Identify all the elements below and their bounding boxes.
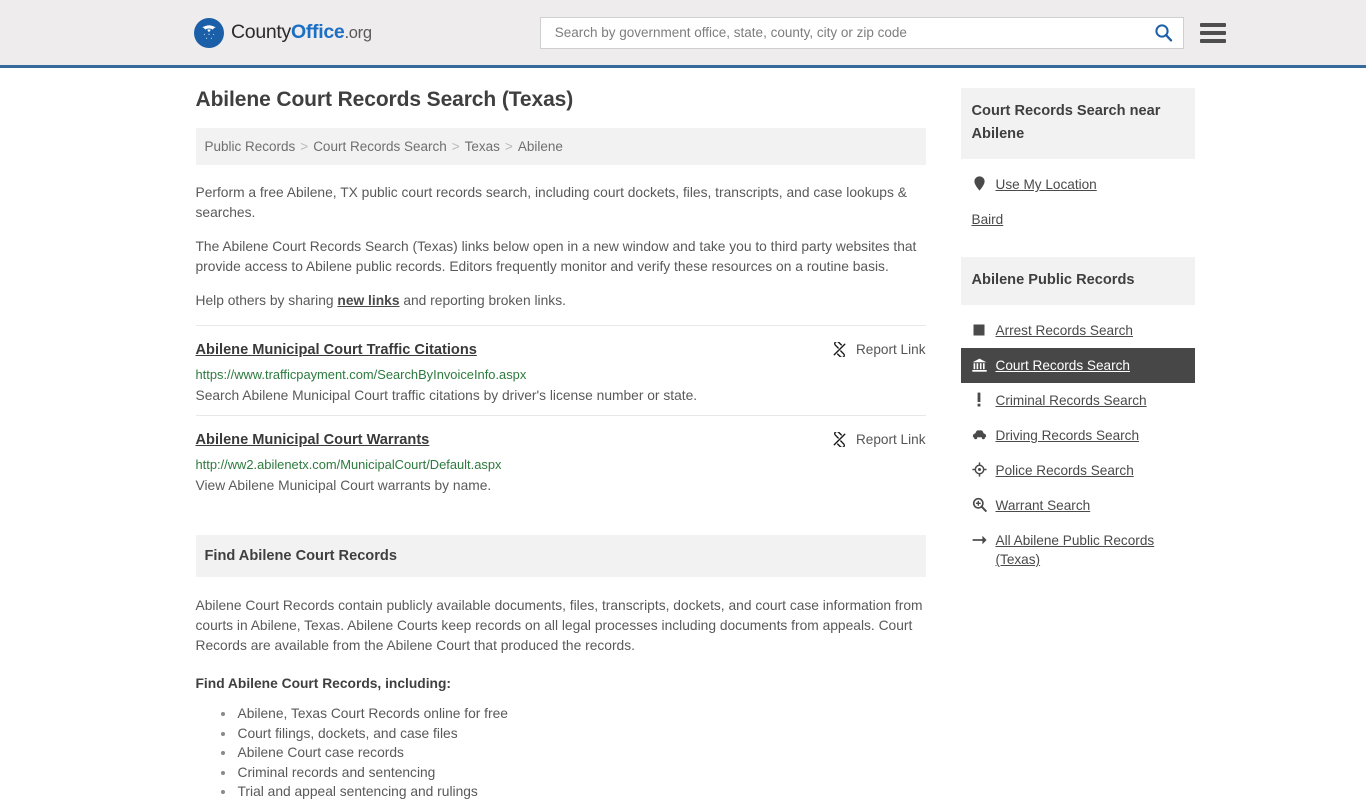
sidebar-card-public-records: Abilene Public Records Arrest Records Se… (960, 257, 1195, 577)
result-description: View Abilene Municipal Court warrants by… (195, 478, 492, 493)
sidebar-item-label: Driving Records Search (995, 428, 1140, 443)
sidebar-item-label: Court Records Search (995, 358, 1130, 373)
site-logo[interactable]: CountyOffice.org (194, 17, 372, 48)
section-subheading: Find Abilene Court Records, including: (195, 676, 452, 691)
sidebar-item-all-abilene-public-records[interactable]: All Abilene Public Records (Texas) (961, 523, 1195, 577)
sidebar-item-label: Criminal Records Search (995, 393, 1147, 408)
logo-text-org: .org (344, 24, 372, 42)
search-box[interactable] (539, 16, 1184, 49)
list-item: Abilene Court case records (236, 743, 926, 763)
sidebar-public-records-heading: Abilene Public Records (960, 257, 1195, 305)
result-description: Search Abilene Municipal Court traffic c… (195, 388, 698, 403)
section-bullet-list: Abilene, Texas Court Records online for … (196, 704, 926, 802)
intro-paragraph-1: Perform a free Abilene, TX public court … (195, 185, 907, 220)
breadcrumb-item-texas[interactable]: Texas (465, 139, 500, 154)
report-link-label: Report Link (855, 342, 926, 357)
sidebar-item-label: Arrest Records Search (995, 323, 1134, 338)
intro-paragraph-3: Help others by sharing new links and rep… (196, 291, 926, 311)
report-link-button[interactable]: Report Link (814, 342, 926, 357)
search-icon (1155, 24, 1172, 42)
sidebar-item-warrant-search[interactable]: Warrant Search (961, 488, 1195, 523)
police-badge-icon (971, 461, 987, 478)
sidebar-item-label: Warrant Search (995, 498, 1091, 513)
sidebar-card-nearby: Court Records Search near Abilene Use My… (960, 88, 1195, 237)
broken-link-icon (833, 342, 846, 357)
result-title-link[interactable]: Abilene Municipal Court Warrants (196, 432, 430, 448)
breadcrumb-item-court-records-search[interactable]: Court Records Search (313, 139, 447, 154)
sidebar-item-label: Police Records Search (995, 463, 1134, 478)
broken-link-icon (833, 432, 846, 447)
sidebar: Court Records Search near Abilene Use My… (960, 88, 1195, 802)
site-header: CountyOffice.org (0, 0, 1366, 68)
sidebar-nearby-heading: Court Records Search near Abilene (960, 88, 1195, 159)
sidebar-item-driving-records-search[interactable]: Driving Records Search (961, 418, 1195, 453)
map-pin-icon (972, 175, 987, 192)
section-paragraph: Abilene Court Records contain publicly a… (195, 598, 923, 653)
main-content: Abilene Court Records Search (Texas) Pub… (195, 88, 926, 802)
share-text-before: Help others by sharing (195, 293, 338, 308)
breadcrumb-separator: > (451, 139, 460, 154)
courthouse-icon (971, 356, 987, 373)
list-item: Trial and appeal sentencing and rulings (236, 782, 926, 802)
square-icon (972, 321, 987, 338)
list-item: Court filings, dockets, and case files (236, 724, 926, 744)
report-link-label: Report Link (855, 432, 926, 447)
sidebar-item-court-records-search[interactable]: Court Records Search (960, 348, 1195, 383)
sidebar-item-label: Use My Location (995, 177, 1097, 192)
result-url[interactable]: https://www.trafficpayment.com/SearchByI… (196, 367, 926, 382)
exclamation-icon (972, 391, 987, 408)
sidebar-item-label: Baird (971, 212, 1004, 227)
result-title-link[interactable]: Abilene Municipal Court Traffic Citation… (196, 342, 477, 358)
intro-paragraph-2: The Abilene Court Records Search (Texas)… (195, 239, 917, 274)
sidebar-item-arrest-records-search[interactable]: Arrest Records Search (961, 313, 1195, 348)
breadcrumb-item-abilene[interactable]: Abilene (518, 139, 563, 154)
logo-text-office: Office (291, 21, 345, 43)
search-button[interactable] (1148, 23, 1175, 42)
sidebar-item-label: All Abilene Public Records (Texas) (995, 533, 1155, 567)
hamburger-menu-icon[interactable] (1199, 22, 1226, 43)
result-item: Abilene Municipal Court Traffic Citation… (195, 325, 926, 415)
section-heading: Find Abilene Court Records (195, 535, 926, 577)
breadcrumb-separator: > (300, 139, 309, 154)
logo-text-county: County (231, 21, 291, 43)
sidebar-item-baird[interactable]: Baird (961, 202, 1195, 237)
list-item: Criminal records and sentencing (236, 763, 926, 783)
report-link-button[interactable]: Report Link (814, 432, 926, 447)
result-url[interactable]: http://ww2.abilenetx.com/MunicipalCourt/… (196, 457, 926, 472)
car-icon (972, 426, 987, 443)
arrow-right-icon (972, 531, 987, 548)
page-title: Abilene Court Records Search (Texas) (195, 88, 574, 111)
breadcrumb-item-public-records[interactable]: Public Records (205, 139, 296, 154)
magnifier-plus-icon (972, 496, 987, 513)
sidebar-item-police-records-search[interactable]: Police Records Search (961, 453, 1195, 488)
list-item: Abilene, Texas Court Records online for … (236, 704, 926, 724)
sidebar-item-criminal-records-search[interactable]: Criminal Records Search (961, 383, 1195, 418)
search-input[interactable] (552, 24, 1148, 41)
result-item: Abilene Municipal Court Warrants Report … (195, 415, 926, 505)
new-links-link[interactable]: new links (337, 293, 399, 308)
sidebar-item-use-my-location[interactable]: Use My Location (961, 167, 1195, 202)
search-area (539, 16, 1226, 49)
breadcrumb: Public Records > Court Records Search > Texa… (195, 128, 926, 165)
section-body: Abilene Court Records contain publicly a… (196, 596, 926, 802)
share-text-after: and reporting broken links. (399, 293, 566, 308)
eagle-stars-emblem-icon (194, 17, 224, 48)
breadcrumb-separator: > (504, 139, 513, 154)
